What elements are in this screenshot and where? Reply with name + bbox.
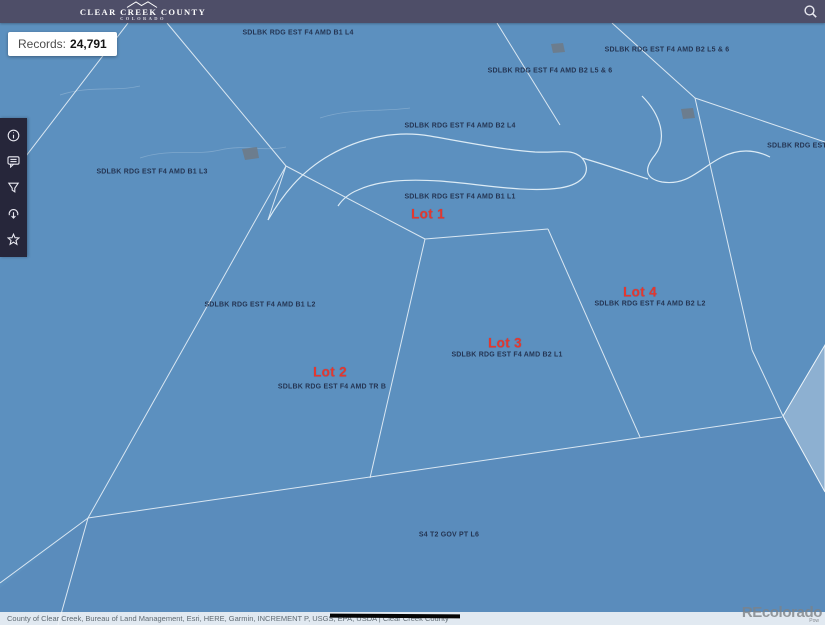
logo-title: CLEAR CREEK COUNTY <box>79 7 207 17</box>
logo-subtitle: COLORADO <box>120 16 166 21</box>
comments-icon[interactable] <box>4 152 24 172</box>
info-icon[interactable] <box>4 126 24 146</box>
redaction-mark <box>329 613 461 619</box>
records-label: Records: <box>18 37 67 51</box>
search-icon[interactable] <box>803 4 819 20</box>
app-header: CLEAR CREEK COUNTY COLORADO <box>0 0 825 23</box>
records-badge: Records: 24,791 <box>8 32 117 56</box>
records-count: 24,791 <box>70 37 107 51</box>
parcel-map-svg <box>0 0 825 625</box>
favorites-star-icon[interactable] <box>4 229 24 249</box>
filter-icon[interactable] <box>4 177 24 197</box>
left-toolbar <box>0 118 27 257</box>
county-logo[interactable]: CLEAR CREEK COUNTY COLORADO <box>28 0 258 24</box>
download-icon[interactable] <box>4 203 24 223</box>
map-canvas[interactable]: SDLBK RDG EST F4 AMD B1 L4 SDLBK RDG EST … <box>0 0 825 625</box>
watermark-fragment: Pow <box>809 618 819 624</box>
